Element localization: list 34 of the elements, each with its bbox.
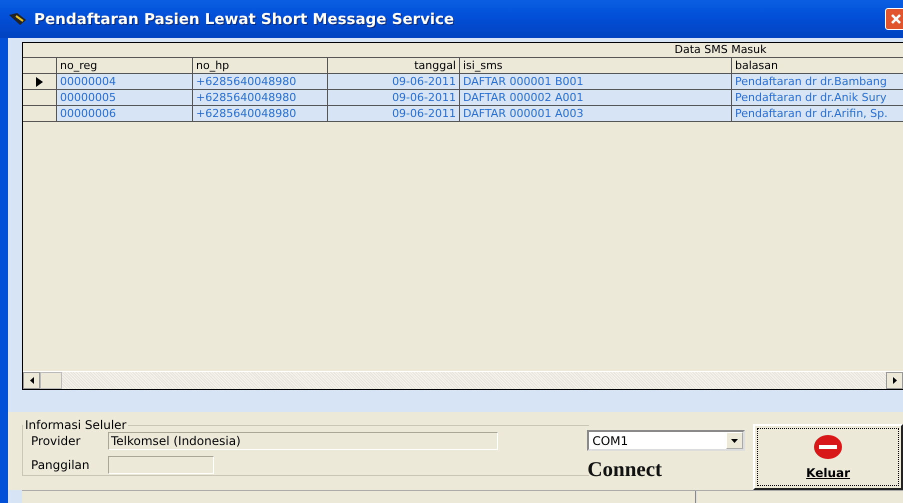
close-icon [890,13,902,25]
exit-button[interactable]: Keluar [753,424,903,490]
table-cell: DAFTAR 000001 B001 [460,74,732,89]
table-cell: +6285640048980 [193,90,328,105]
scroll-right-icon [892,377,896,384]
table-cell: DAFTAR 000002 A001 [460,90,732,105]
table-cell: 09-06-2011 [328,90,460,105]
provider-label: Provider [31,433,82,450]
grid-caption: Data SMS Masuk [673,43,767,56]
table-cell: 00000005 [57,90,193,105]
table-cell: Pendaftaran dr dr.Anik Sury [732,90,903,105]
dropdown-caret-icon [731,438,738,442]
table-cell: +6285640048980 [193,74,328,89]
scrollbar-thumb[interactable] [40,372,62,389]
table-cell: 00000004 [57,74,193,89]
close-button[interactable] [885,8,903,30]
horizontal-scrollbar[interactable] [23,371,903,389]
row-pointer-icon [36,76,43,86]
port-select[interactable]: COM1 [587,430,746,451]
app-icon [8,12,28,26]
table-cell: 09-06-2011 [328,106,460,121]
table-cell: DAFTAR 000001 A003 [460,106,732,121]
connect-status: Connect [587,457,664,482]
scroll-left-icon [30,377,34,384]
stop-icon [813,434,844,460]
table-cell: 09-06-2011 [328,74,460,89]
table-cell: +6285640048980 [193,106,328,121]
provider-field: Telkomsel (Indonesia) [108,432,498,450]
table-cell: Pendaftaran dr dr.Arifin, Sp. [732,106,903,121]
call-label: Panggilan [31,457,91,474]
table-cell: 00000006 [57,106,193,121]
window-title: Pendaftaran Pasien Lewat Short Message Service [34,10,456,28]
group-title: Informasi Seluler [24,418,128,432]
table-cell: Pendaftaran dr dr.Bambang [732,74,903,89]
